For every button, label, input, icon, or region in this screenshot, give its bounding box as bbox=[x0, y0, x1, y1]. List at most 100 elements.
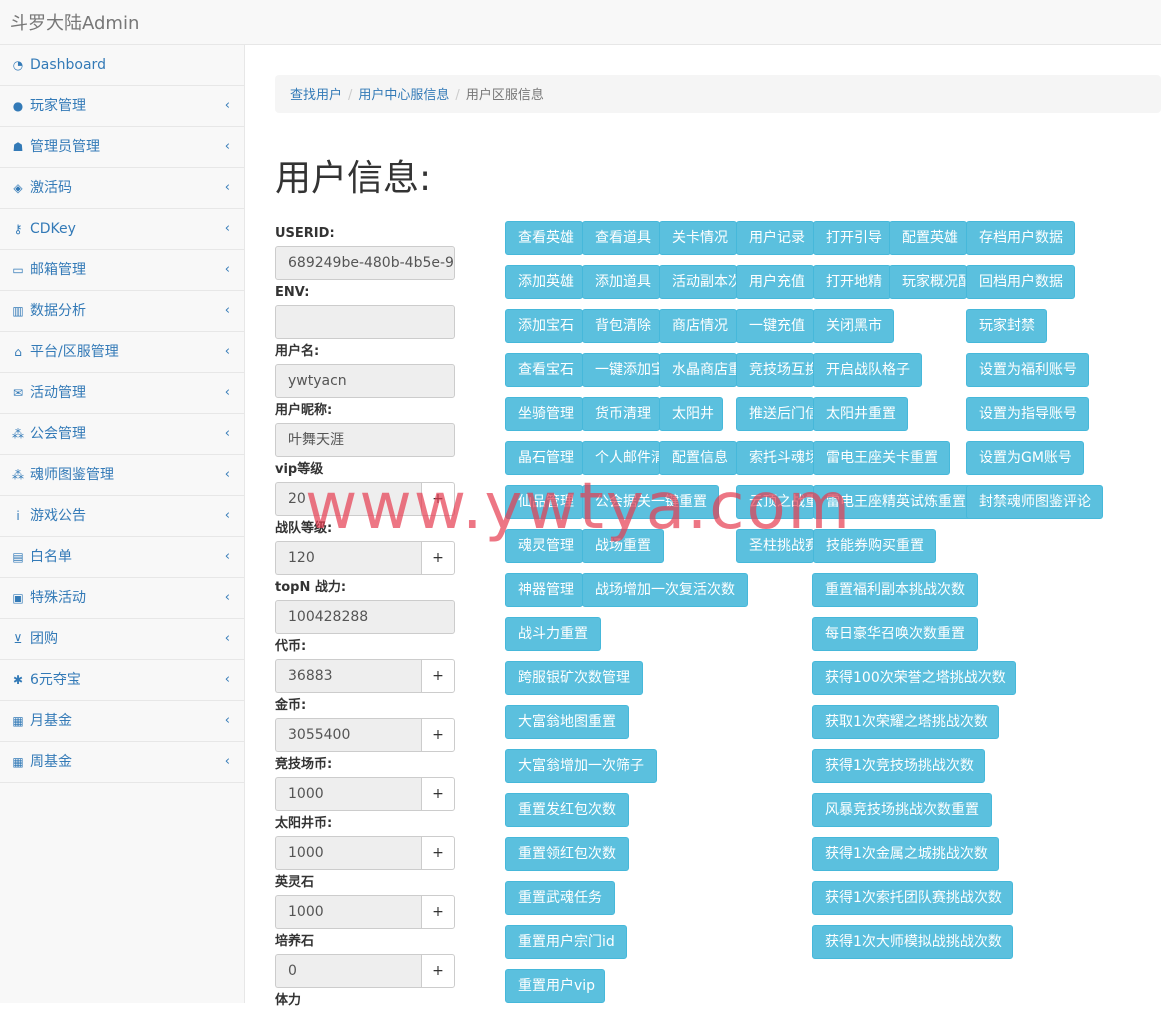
team-level-field[interactable]: 120 bbox=[275, 541, 421, 575]
arena-coin-field[interactable]: 1000 bbox=[275, 777, 421, 811]
action-button[interactable]: 查看英雄 bbox=[505, 221, 583, 255]
action-button[interactable]: 一键添加宝石 bbox=[582, 353, 660, 387]
action-button[interactable]: 魂灵管理 bbox=[505, 529, 583, 563]
action-button[interactable]: 圣柱挑战赛 bbox=[736, 529, 814, 563]
action-button[interactable]: 雷电王座关卡重置 bbox=[813, 441, 950, 475]
action-button[interactable]: 添加英雄 bbox=[505, 265, 583, 299]
sidebar-item-16[interactable]: ▦ 月基金 ‹ bbox=[0, 701, 244, 742]
action-button[interactable]: 设置为指导账号 bbox=[966, 397, 1089, 431]
gold-plus-button[interactable]: + bbox=[421, 718, 455, 752]
action-button[interactable]: 打开地精 bbox=[813, 265, 891, 299]
action-button[interactable]: 获得1次金属之城挑战次数 bbox=[812, 837, 999, 871]
action-button[interactable]: 玩家封禁 bbox=[966, 309, 1047, 343]
action-button[interactable]: 货币清理 bbox=[582, 397, 660, 431]
team-level-plus-button[interactable]: + bbox=[421, 541, 455, 575]
action-button[interactable]: 重置用户vip bbox=[505, 969, 605, 1003]
sidebar-item-13[interactable]: ▣ 特殊活动 ‹ bbox=[0, 578, 244, 619]
action-button[interactable]: 重置武魂任务 bbox=[505, 881, 615, 915]
action-button[interactable]: 大富翁增加一次筛子 bbox=[505, 749, 657, 783]
username-field[interactable]: ywtyacn bbox=[275, 364, 455, 398]
action-button[interactable]: 云顶之战重置 bbox=[736, 485, 814, 519]
action-button[interactable]: 重置领红包次数 bbox=[505, 837, 629, 871]
action-button[interactable]: 雷电王座精英试炼重置 bbox=[813, 485, 978, 519]
action-button[interactable]: 技能券购买重置 bbox=[813, 529, 936, 563]
action-button[interactable]: 公会据关一键重置 bbox=[582, 485, 719, 519]
sidebar-item-9[interactable]: ⁂ 公会管理 ‹ bbox=[0, 414, 244, 455]
action-button[interactable]: 获得100次荣誉之塔挑战次数 bbox=[812, 661, 1016, 695]
topn-power-field[interactable]: 100428288 bbox=[275, 600, 455, 634]
action-button[interactable]: 水晶商店重置 bbox=[659, 353, 737, 387]
action-button[interactable]: 回档用户数据 bbox=[966, 265, 1075, 299]
action-button[interactable]: 太阳井重置 bbox=[813, 397, 908, 431]
action-button[interactable]: 大富翁地图重置 bbox=[505, 705, 629, 739]
action-button[interactable]: 战斗力重置 bbox=[505, 617, 601, 651]
action-button[interactable]: 跨服银矿次数管理 bbox=[505, 661, 643, 695]
action-button[interactable]: 查看宝石 bbox=[505, 353, 583, 387]
nickname-field[interactable]: 叶舞天涯 bbox=[275, 423, 455, 457]
sunwell-coin-plus-button[interactable]: + bbox=[421, 836, 455, 870]
action-button[interactable]: 重置发红包次数 bbox=[505, 793, 629, 827]
action-button[interactable]: 配置信息 bbox=[659, 441, 737, 475]
action-button[interactable]: 推送后门信息 bbox=[736, 397, 814, 431]
sidebar-item-5[interactable]: ▭ 邮箱管理 ‹ bbox=[0, 250, 244, 291]
nurture-stone-field[interactable]: 0 bbox=[275, 954, 421, 988]
env-field[interactable] bbox=[275, 305, 455, 339]
sidebar-item-11[interactable]: i 游戏公告 ‹ bbox=[0, 496, 244, 537]
action-button[interactable]: 获得1次竞技场挑战次数 bbox=[812, 749, 985, 783]
action-button[interactable]: 竞技场互换 bbox=[736, 353, 814, 387]
action-button[interactable]: 活动副本次数 bbox=[659, 265, 737, 299]
token-plus-button[interactable]: + bbox=[421, 659, 455, 693]
action-button[interactable]: 获得1次索托团队赛挑战次数 bbox=[812, 881, 1013, 915]
vip-plus-button[interactable]: + bbox=[421, 482, 455, 516]
gold-field[interactable]: 3055400 bbox=[275, 718, 421, 752]
sidebar-item-1[interactable]: ● 玩家管理 ‹ bbox=[0, 86, 244, 127]
spirit-stone-plus-button[interactable]: + bbox=[421, 895, 455, 929]
action-button[interactable]: 每日豪华召唤次数重置 bbox=[812, 617, 978, 651]
sidebar-item-0[interactable]: ◔ Dashboard bbox=[0, 45, 244, 86]
action-button[interactable]: 添加道具 bbox=[582, 265, 660, 299]
action-button[interactable]: 仙品管理 bbox=[505, 485, 583, 519]
action-button[interactable]: 背包清除 bbox=[582, 309, 660, 343]
action-button[interactable]: 设置为福利账号 bbox=[966, 353, 1089, 387]
action-button[interactable]: 索托斗魂场 bbox=[736, 441, 814, 475]
action-button[interactable]: 重置用户宗门id bbox=[505, 925, 627, 959]
action-button[interactable]: 开启战队格子 bbox=[813, 353, 922, 387]
action-button[interactable]: 关卡情况 bbox=[659, 221, 737, 255]
app-brand[interactable]: 斗罗大陆Admin bbox=[10, 9, 139, 35]
sidebar-item-14[interactable]: ⊻ 团购 ‹ bbox=[0, 619, 244, 660]
breadcrumb-user-center[interactable]: 用户中心服信息 bbox=[358, 88, 449, 103]
action-button[interactable]: 战场增加一次复活次数 bbox=[582, 573, 748, 607]
action-button[interactable]: 用户充值 bbox=[736, 265, 814, 299]
userid-field[interactable]: 689249be-480b-4b5e-9d bbox=[275, 246, 455, 280]
action-button[interactable]: 玩家概况配置 bbox=[889, 265, 967, 299]
action-button[interactable]: 商店情况 bbox=[659, 309, 737, 343]
vip-field[interactable]: 20 bbox=[275, 482, 421, 516]
token-field[interactable]: 36883 bbox=[275, 659, 421, 693]
sidebar-item-7[interactable]: ⌂ 平台/区服管理 ‹ bbox=[0, 332, 244, 373]
arena-coin-plus-button[interactable]: + bbox=[421, 777, 455, 811]
sidebar-item-8[interactable]: ✉ 活动管理 ‹ bbox=[0, 373, 244, 414]
sidebar-item-3[interactable]: ◈ 激活码 ‹ bbox=[0, 168, 244, 209]
action-button[interactable]: 存档用户数据 bbox=[966, 221, 1075, 255]
sidebar-item-10[interactable]: ⁂ 魂师图鉴管理 ‹ bbox=[0, 455, 244, 496]
sunwell-coin-field[interactable]: 1000 bbox=[275, 836, 421, 870]
sidebar-item-17[interactable]: ▦ 周基金 ‹ bbox=[0, 742, 244, 783]
action-button[interactable]: 神器管理 bbox=[505, 573, 583, 607]
action-button[interactable]: 重置福利副本挑战次数 bbox=[812, 573, 978, 607]
action-button[interactable]: 太阳井 bbox=[659, 397, 723, 431]
action-button[interactable]: 打开引导 bbox=[813, 221, 891, 255]
action-button[interactable]: 添加宝石 bbox=[505, 309, 583, 343]
sidebar-item-2[interactable]: ☗ 管理员管理 ‹ bbox=[0, 127, 244, 168]
sidebar-item-6[interactable]: ▥ 数据分析 ‹ bbox=[0, 291, 244, 332]
action-button[interactable]: 一键充值 bbox=[736, 309, 814, 343]
action-button[interactable]: 设置为GM账号 bbox=[966, 441, 1084, 475]
action-button[interactable]: 获得1次大师模拟战挑战次数 bbox=[812, 925, 1013, 959]
nurture-stone-plus-button[interactable]: + bbox=[421, 954, 455, 988]
action-button[interactable]: 获取1次荣耀之塔挑战次数 bbox=[812, 705, 999, 739]
sidebar-item-12[interactable]: ▤ 白名单 ‹ bbox=[0, 537, 244, 578]
sidebar-item-4[interactable]: ⚷ CDKey ‹ bbox=[0, 209, 244, 250]
action-button[interactable]: 战场重置 bbox=[582, 529, 664, 563]
action-button[interactable]: 配置英雄 bbox=[889, 221, 967, 255]
action-button[interactable]: 风暴竞技场挑战次数重置 bbox=[812, 793, 992, 827]
breadcrumb-find-user[interactable]: 查找用户 bbox=[290, 88, 342, 103]
